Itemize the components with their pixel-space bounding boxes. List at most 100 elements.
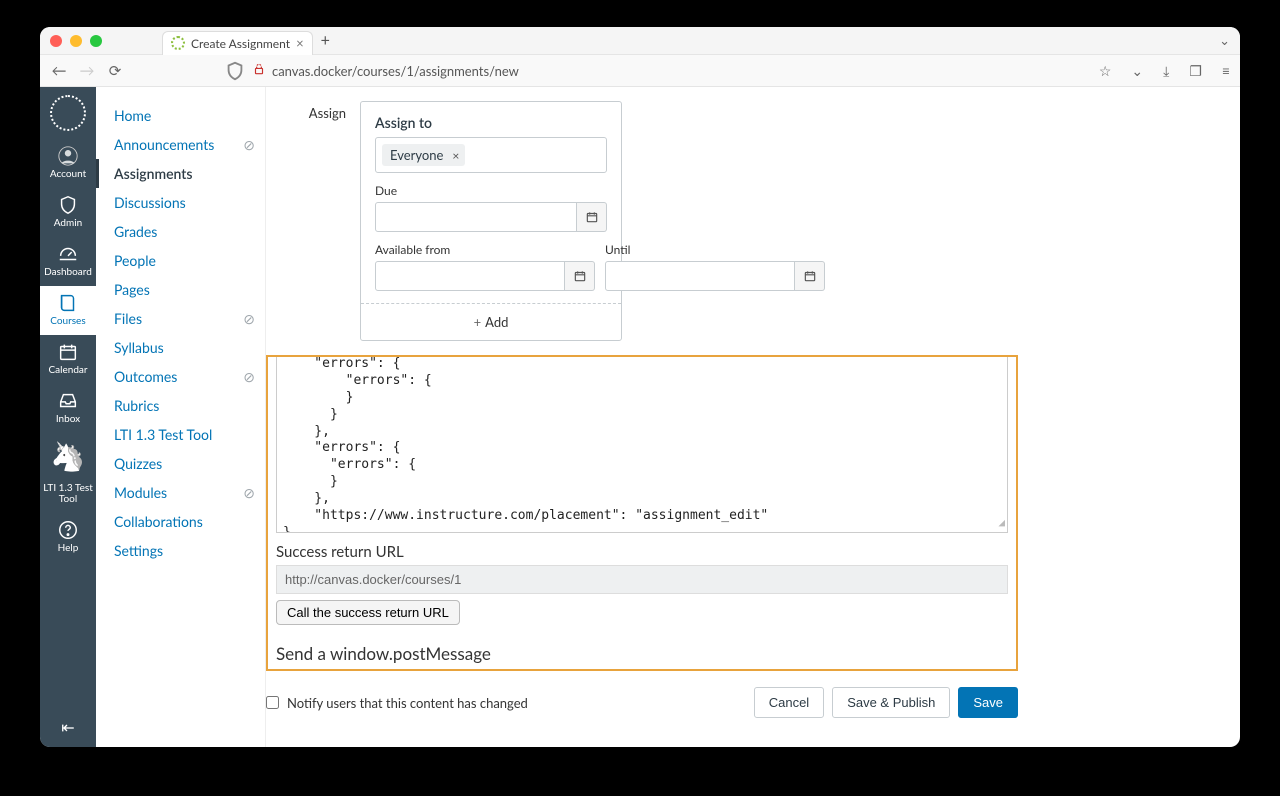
success-url-label: Success return URL	[276, 543, 1016, 561]
tab-title: Create Assignment	[191, 36, 290, 51]
nav-admin[interactable]: Admin	[40, 188, 96, 237]
coursenav-announcements[interactable]: Announcements	[114, 130, 222, 159]
coursenav-collaborations[interactable]: Collaborations	[114, 507, 265, 536]
hidden-icon: ⊘	[243, 368, 255, 386]
nav-help[interactable]: Help	[40, 513, 96, 562]
tab-strip: Create Assignment × +	[162, 27, 330, 54]
remove-token-button[interactable]: ×	[452, 148, 459, 163]
help-icon	[57, 519, 79, 541]
add-assign-button[interactable]: +Add	[361, 303, 621, 340]
minimize-window-button[interactable]	[70, 35, 82, 47]
from-calendar-button[interactable]	[565, 261, 595, 291]
plus-icon: +	[474, 314, 482, 330]
nav-account[interactable]: Account	[40, 139, 96, 188]
add-label: Add	[485, 314, 508, 330]
until-label: Until	[605, 242, 825, 257]
canvas-logo-icon[interactable]	[50, 95, 86, 131]
notify-label: Notify users that this content has chang…	[287, 695, 528, 711]
close-tab-button[interactable]: ×	[296, 35, 304, 51]
coursenav-grades[interactable]: Grades	[114, 217, 265, 246]
pocket-icon[interactable]: ⌄	[1131, 62, 1143, 80]
nav-lti-tool[interactable]: 🦄 LTI 1.3 Test Tool	[40, 433, 96, 513]
nav-inbox[interactable]: Inbox	[40, 384, 96, 433]
assign-card: Assign to Everyone × Due	[360, 101, 622, 341]
coursenav-rubrics[interactable]: Rubrics	[114, 391, 265, 420]
coursenav-syllabus[interactable]: Syllabus	[114, 333, 265, 362]
global-nav: Account Admin Dashboard Courses	[40, 87, 96, 747]
until-calendar-button[interactable]	[795, 261, 825, 291]
nav-courses-label: Courses	[50, 316, 85, 327]
nav-dashboard-label: Dashboard	[44, 267, 92, 278]
hidden-icon: ⊘	[243, 484, 255, 502]
reload-button[interactable]: ⟳	[106, 62, 124, 80]
hidden-icon: ⊘	[243, 310, 255, 328]
nav-calendar[interactable]: Calendar	[40, 335, 96, 384]
call-success-url-button[interactable]: Call the success return URL	[276, 600, 460, 625]
course-nav: Home Announcements ⊘ Assignments Discussi…	[96, 87, 266, 747]
json-text: "errors": { "errors": { } } }, "errors":…	[283, 356, 768, 533]
success-url-field[interactable]	[276, 565, 1008, 594]
from-label: Available from	[375, 242, 595, 257]
coursenav-files[interactable]: Files	[114, 304, 150, 333]
resize-handle-icon[interactable]: ◢	[998, 516, 1005, 530]
browser-tab[interactable]: Create Assignment ×	[162, 31, 313, 55]
back-button[interactable]: ←	[50, 62, 68, 80]
due-label: Due	[375, 183, 607, 198]
collapse-nav-icon[interactable]: ⇤	[61, 718, 74, 737]
favicon-icon	[171, 36, 185, 50]
from-date-input[interactable]	[375, 261, 565, 291]
coursenav-outcomes[interactable]: Outcomes	[114, 362, 185, 391]
download-icon[interactable]: ⤓	[1163, 62, 1169, 80]
save-publish-button[interactable]: Save & Publish	[832, 687, 950, 718]
token-label: Everyone	[390, 147, 443, 163]
nav-admin-label: Admin	[54, 218, 82, 229]
assign-to-input[interactable]: Everyone ×	[375, 137, 607, 173]
shield-admin-icon	[57, 194, 79, 216]
assign-to-label: Assign to	[375, 114, 607, 131]
nav-dashboard[interactable]: Dashboard	[40, 237, 96, 286]
window-controls	[50, 35, 102, 47]
browser-window: Create Assignment × + ⌄ ← → ⟳ canvas.doc…	[40, 27, 1240, 747]
close-window-button[interactable]	[50, 35, 62, 47]
assign-section: Assign Assign to Everyone × Due	[266, 101, 1220, 341]
nav-courses[interactable]: Courses	[40, 286, 96, 335]
due-calendar-button[interactable]	[577, 202, 607, 232]
nav-account-label: Account	[50, 169, 86, 180]
json-output[interactable]: "errors": { "errors": { } } }, "errors":…	[276, 355, 1008, 533]
coursenav-people[interactable]: People	[114, 246, 265, 275]
cancel-button[interactable]: Cancel	[754, 687, 824, 718]
coursenav-assignments[interactable]: Assignments	[96, 159, 265, 188]
star-icon[interactable]: ☆	[1099, 62, 1112, 80]
notify-checkbox[interactable]	[266, 696, 279, 709]
post-message-heading: Send a window.postMessage	[276, 643, 1016, 664]
form-footer: Notify users that this content has chang…	[266, 687, 1018, 718]
url-bar[interactable]: canvas.docker/courses/1/assignments/new	[224, 60, 519, 82]
save-button[interactable]: Save	[958, 687, 1018, 718]
url-toolbar: ← → ⟳ canvas.docker/courses/1/assignment…	[40, 55, 1240, 87]
main-area: Assign Assign to Everyone × Due	[266, 87, 1240, 747]
url-text: canvas.docker/courses/1/assignments/new	[272, 63, 519, 79]
coursenav-lti[interactable]: LTI 1.3 Test Tool	[114, 420, 265, 449]
new-tab-button[interactable]: +	[321, 31, 330, 50]
until-date-input[interactable]	[605, 261, 795, 291]
menu-icon[interactable]: ≡	[1222, 62, 1230, 79]
zoom-window-button[interactable]	[90, 35, 102, 47]
tabs-overflow-icon[interactable]: ⌄	[1219, 32, 1230, 49]
due-date-input[interactable]	[375, 202, 577, 232]
coursenav-discussions[interactable]: Discussions	[114, 188, 265, 217]
book-icon	[57, 292, 79, 314]
nav-inbox-label: Inbox	[56, 414, 80, 425]
coursenav-settings[interactable]: Settings	[114, 536, 265, 565]
coursenav-modules[interactable]: Modules	[114, 478, 175, 507]
hidden-icon: ⊘	[243, 136, 255, 154]
notify-checkbox-row[interactable]: Notify users that this content has chang…	[266, 695, 528, 711]
extensions-icon[interactable]: ❐	[1189, 62, 1202, 80]
coursenav-pages[interactable]: Pages	[114, 275, 265, 304]
coursenav-home[interactable]: Home	[114, 101, 265, 130]
lock-icon	[252, 62, 266, 79]
nav-lti-label: LTI 1.3 Test Tool	[40, 483, 96, 505]
lti-tool-frame: "errors": { "errors": { } } }, "errors":…	[266, 355, 1018, 671]
forward-button[interactable]: →	[78, 62, 96, 80]
user-icon	[57, 145, 79, 167]
coursenav-quizzes[interactable]: Quizzes	[114, 449, 265, 478]
